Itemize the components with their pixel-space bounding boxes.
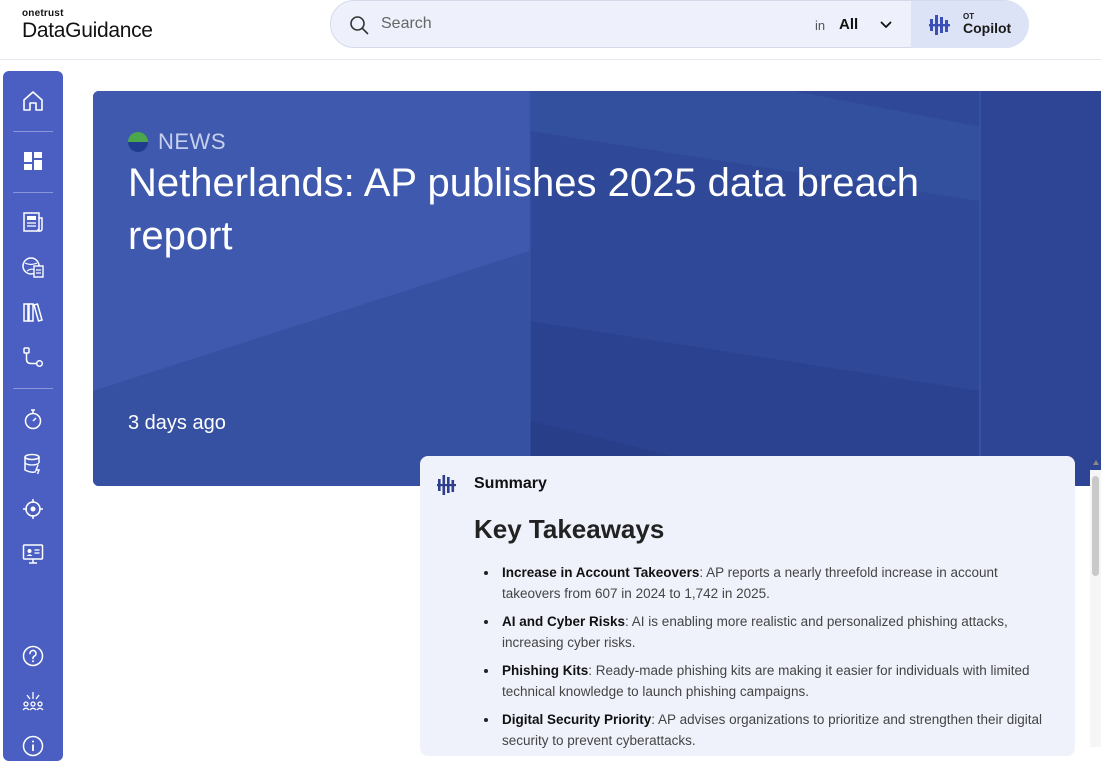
takeaway-term: AI and Cyber Risks xyxy=(502,614,626,629)
sidebar-item-monitor[interactable] xyxy=(19,540,47,568)
tag-label: NEWS xyxy=(158,129,226,154)
sidebar-item-library[interactable] xyxy=(19,298,47,326)
sidebar-item-community[interactable] xyxy=(19,687,47,715)
scrollbar-thumb[interactable] xyxy=(1092,476,1099,576)
takeaway-term: Increase in Account Takeovers xyxy=(502,565,700,580)
sidebar-item-news[interactable] xyxy=(19,208,47,236)
copilot-button[interactable]: OT Copilot xyxy=(911,1,1029,48)
sidebar-item-home[interactable] xyxy=(19,87,47,115)
tag-dot-icon xyxy=(128,132,148,152)
sidebar-item-help[interactable] xyxy=(19,642,47,670)
news-icon xyxy=(23,212,43,232)
sidebar-item-dashboard[interactable] xyxy=(19,147,47,175)
takeaways-list: Increase in Account Takeovers: AP report… xyxy=(474,562,1044,758)
copilot-icon xyxy=(929,15,950,35)
article-date: 3 days ago xyxy=(128,412,226,434)
top-bar: onetrust DataGuidance in All OT Copilot xyxy=(0,0,1101,60)
summary-heading: Key Takeaways xyxy=(474,514,665,544)
list-item: AI and Cyber Risks: AI is enabling more … xyxy=(474,611,1044,653)
home-icon xyxy=(23,91,43,111)
search-scope-select[interactable]: All xyxy=(839,16,858,33)
chevron-down-icon[interactable] xyxy=(879,18,893,32)
search-bar: in All OT Copilot xyxy=(330,0,1029,48)
logo[interactable]: onetrust DataGuidance xyxy=(22,8,153,43)
help-icon xyxy=(22,645,44,667)
list-item: Digital Security Priority: AP advises or… xyxy=(474,709,1044,751)
sidebar-item-workflow[interactable] xyxy=(19,343,47,371)
sidebar-item-timer[interactable] xyxy=(19,405,47,433)
database-icon xyxy=(24,453,41,475)
news-tag: NEWS xyxy=(128,129,226,155)
globe-document-icon xyxy=(22,257,44,278)
stopwatch-icon xyxy=(24,409,42,430)
hero-banner: NEWS Netherlands: AP publishes 2025 data… xyxy=(93,91,1101,486)
logo-small-text: onetrust xyxy=(22,8,64,19)
sidebar-item-info[interactable] xyxy=(19,732,47,760)
library-icon xyxy=(23,303,43,322)
scroll-up-arrow[interactable] xyxy=(1093,460,1099,465)
search-in-label: in xyxy=(815,18,826,33)
copilot-icon xyxy=(437,475,456,495)
logo-big-text: DataGuidance xyxy=(22,19,153,42)
sidebar-item-global[interactable] xyxy=(19,253,47,281)
community-icon xyxy=(22,692,44,711)
info-icon xyxy=(22,735,44,757)
scrollbar[interactable] xyxy=(1090,470,1101,747)
sidebar xyxy=(3,71,63,761)
summary-card: Summary Key Takeaways Increase in Accoun… xyxy=(420,456,1075,756)
monitor-icon xyxy=(22,544,44,564)
workflow-icon xyxy=(23,347,44,368)
sidebar-item-database[interactable] xyxy=(19,450,47,478)
takeaway-term: Digital Security Priority xyxy=(502,712,652,727)
target-icon xyxy=(23,499,43,519)
summary-label: Summary xyxy=(474,475,547,492)
sidebar-item-target[interactable] xyxy=(19,495,47,523)
dashboard-icon xyxy=(24,152,42,170)
takeaway-term: Phishing Kits xyxy=(502,663,589,678)
list-item: Increase in Account Takeovers: AP report… xyxy=(474,562,1044,604)
hero-background-pattern xyxy=(93,91,1101,486)
list-item: Phishing Kits: Ready-made phishing kits … xyxy=(474,660,1044,702)
search-input[interactable] xyxy=(381,11,801,37)
search-icon xyxy=(350,16,369,35)
copilot-label: Copilot xyxy=(963,20,1012,36)
article-title: Netherlands: AP publishes 2025 data brea… xyxy=(128,161,919,258)
